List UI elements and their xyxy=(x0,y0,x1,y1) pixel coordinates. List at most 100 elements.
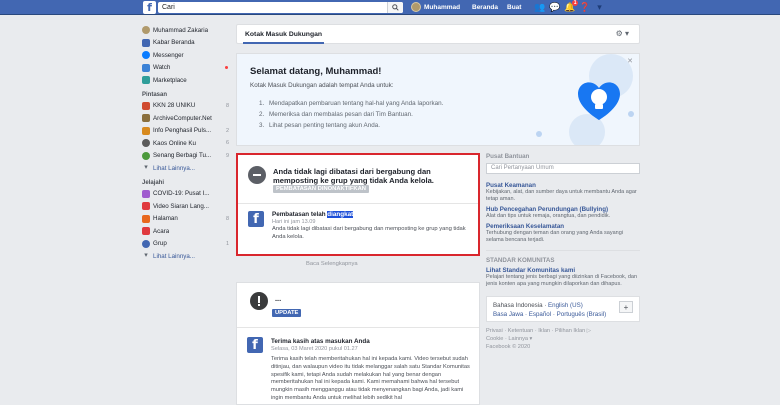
help-icon[interactable]: ❓ xyxy=(579,2,590,13)
help-search-input[interactable]: Cari Pertanyaan Umum xyxy=(486,163,640,174)
sidebar-item-label: Grup xyxy=(153,240,167,248)
notice-timestamp: Hari ini jam 13.09 xyxy=(272,219,316,225)
chevron-down-icon: ▾ xyxy=(144,252,148,260)
unread-dot xyxy=(225,65,228,69)
tab-bar: Kotak Masuk Dukungan ⚙ ▾ xyxy=(236,24,640,44)
sidebar-item-count: 9 xyxy=(225,152,229,159)
explore-heading: Jelajahi xyxy=(142,179,165,186)
read-more-link[interactable]: Baca Selengkapnya xyxy=(306,261,358,267)
messenger-icon[interactable]: 💬 xyxy=(549,2,560,13)
sidebar-item-count: 6 xyxy=(225,140,229,147)
footer: Privasi · Ketentuan · Iklan · Pilihan Ik… xyxy=(486,327,640,351)
sidebar-item-watch[interactable]: Watch xyxy=(142,62,232,75)
sidebar-item-label: Messenger xyxy=(153,51,184,59)
see-more-link: Lihat Lainnya... xyxy=(153,252,195,260)
language-options[interactable]: Basa Jawa · Español · Português (Brasil) xyxy=(493,311,633,320)
divider xyxy=(237,327,479,328)
sidebar-item-label: Video Siaran Lang... xyxy=(153,202,209,210)
link-description: Kebijakan, alat, dan sumber daya untuk m… xyxy=(486,189,637,202)
add-language-button[interactable]: + xyxy=(619,301,633,313)
notice-body: Anda tidak lagi dibatasi dari bergabung … xyxy=(272,226,466,240)
group-icon xyxy=(142,101,150,110)
bullying-hub-link[interactable]: Hub Pencegahan Perundungan (Bullying) xyxy=(486,206,640,213)
welcome-card: ✕ Selamat datang, Muhammad! Kotak Masuk … xyxy=(236,53,640,146)
groups-icon xyxy=(142,239,150,248)
search-input[interactable]: Cari xyxy=(158,2,403,13)
sidebar-item-covid[interactable]: COVID-19: Pusat I... xyxy=(142,188,232,201)
sidebar-item-events[interactable]: Acara xyxy=(142,225,232,238)
sidebar-item-messenger[interactable]: Messenger xyxy=(142,49,232,62)
language-selector: Bahasa Indonesia · English (US) Basa Jaw… xyxy=(486,296,640,322)
close-icon[interactable]: ✕ xyxy=(627,57,633,65)
welcome-list: 1. Mendapatkan pembaruan tentang hal-hal … xyxy=(259,100,443,133)
status-badge: PEMBATASAN DINONAKTIFKAN xyxy=(273,185,369,193)
facebook-logo[interactable]: f xyxy=(143,1,156,14)
sidebar-item-label: ArchiveComputer.Net xyxy=(153,114,212,122)
right-sidebar: Pusat Bantuan Cari Pertanyaan Umum Pusat… xyxy=(486,153,640,351)
marketplace-icon xyxy=(142,76,150,85)
shortcuts-heading: Pintasan xyxy=(142,91,168,98)
sidebar-item-label: Watch xyxy=(153,64,171,72)
profile-link[interactable]: Muhammad xyxy=(411,2,460,12)
group-icon xyxy=(142,151,150,160)
home-link[interactable]: Beranda xyxy=(472,4,498,11)
sidebar-item-live-video[interactable]: Video Siaran Lang... xyxy=(142,200,232,213)
restriction-lifted-card[interactable]: Anda tidak lagi dibatasi dari bergabung … xyxy=(236,153,480,256)
notifications-icon[interactable]: 🔔 1 xyxy=(564,0,578,13)
avatar xyxy=(411,2,421,12)
tab-support-inbox[interactable]: Kotak Masuk Dukungan xyxy=(243,25,325,44)
sidebar-item-count: 1 xyxy=(225,240,229,247)
welcome-intro: Kotak Masuk Dukungan adalah tempat Anda … xyxy=(250,82,394,89)
top-icon-group: 👥 💬 🔔 1 ❓ ▾ xyxy=(534,0,605,13)
sidebar-item-news-feed[interactable]: Kabar Beranda xyxy=(142,37,232,50)
account-menu-icon[interactable]: ▾ xyxy=(594,2,605,13)
sidebar-item-label: Halaman xyxy=(153,215,178,223)
sidebar-item-label: KKN 28 UNIKU xyxy=(153,102,196,110)
lightbulb-heart-illustration xyxy=(536,54,634,145)
community-standards-description: Pelajari tentang jenis berbagi yang diiz… xyxy=(486,274,638,287)
sidebar-shortcut[interactable]: Kaos Online Ku 6 xyxy=(142,137,232,150)
update-card[interactable]: ... UPDATE f Terima kasih atas masukan A… xyxy=(236,282,480,405)
community-standards-heading: STANDAR KOMUNITAS xyxy=(486,257,555,264)
profile-name: Muhammad xyxy=(424,3,461,11)
sidebar-shortcut[interactable]: ArchiveComputer.Net xyxy=(142,112,232,125)
create-link[interactable]: Buat xyxy=(507,4,521,11)
alert-icon xyxy=(250,292,268,310)
update-subtitle: Terima kasih atas masukan Anda xyxy=(271,338,370,345)
sidebar-shortcut[interactable]: Senang Berbagi Tu... 9 xyxy=(142,150,232,163)
sidebar-item-marketplace[interactable]: Marketplace xyxy=(142,74,232,87)
friends-icon[interactable]: 👥 xyxy=(534,2,545,13)
footer-links[interactable]: Privasi · Ketentuan · Iklan · Pilihan Ik… xyxy=(486,327,640,335)
top-navigation-bar: f Cari Muhammad Beranda Buat 👥 💬 🔔 1 ❓ ▾ xyxy=(0,0,780,15)
sidebar-item-label: Acara xyxy=(153,227,170,235)
sidebar-item-label: Info Penghasil Puls... xyxy=(153,127,212,135)
update-body: Terima kasih telah memberitahukan hal in… xyxy=(271,356,470,401)
list-item: 1. Mendapatkan pembaruan tentang hal-hal … xyxy=(259,100,444,107)
sidebar-profile[interactable]: Muhammad Zakaria xyxy=(142,24,232,37)
sidebar-item-label: COVID-19: Pusat I... xyxy=(153,190,210,198)
sidebar-see-more[interactable]: ▾ Lihat Lainnya... xyxy=(142,250,232,263)
status-badge: UPDATE xyxy=(272,309,302,317)
sidebar-shortcut[interactable]: Info Penghasil Puls... 2 xyxy=(142,125,232,138)
search-button[interactable] xyxy=(387,2,403,13)
sidebar-see-more[interactable]: ▾ Lihat Lainnya... xyxy=(142,162,232,175)
community-standards-link[interactable]: Lihat Standar Komunitas kami xyxy=(486,267,640,274)
sidebar-item-pages[interactable]: Halaman 8 xyxy=(142,213,232,226)
watch-icon xyxy=(142,63,150,72)
footer-links[interactable]: Cookie · Lainnya ▾ xyxy=(486,335,640,343)
sidebar-shortcut[interactable]: KKN 28 UNIKU 8 xyxy=(142,100,232,113)
help-center-heading: Pusat Bantuan xyxy=(486,153,530,160)
calendar-icon xyxy=(142,227,150,236)
sidebar-item-label: Marketplace xyxy=(153,76,187,84)
safety-check-link[interactable]: Pemeriksaan Keselamatan xyxy=(486,223,640,230)
group-icon xyxy=(142,139,150,148)
group-icon xyxy=(142,126,150,135)
safety-center-link[interactable]: Pusat Keamanan xyxy=(486,182,640,189)
list-item: 2. Memeriksa dan membalas pesan dari Tim … xyxy=(259,111,413,118)
language-option[interactable]: English (US) xyxy=(548,302,583,309)
sidebar-item-groups[interactable]: Grup 1 xyxy=(142,238,232,251)
facebook-icon: f xyxy=(248,211,264,227)
update-timestamp: Selasa, 03 Maret 2020 pukul 01.27 xyxy=(271,346,358,352)
gear-icon[interactable]: ⚙ ▾ xyxy=(616,29,629,38)
sidebar-item-count: 8 xyxy=(225,102,229,109)
